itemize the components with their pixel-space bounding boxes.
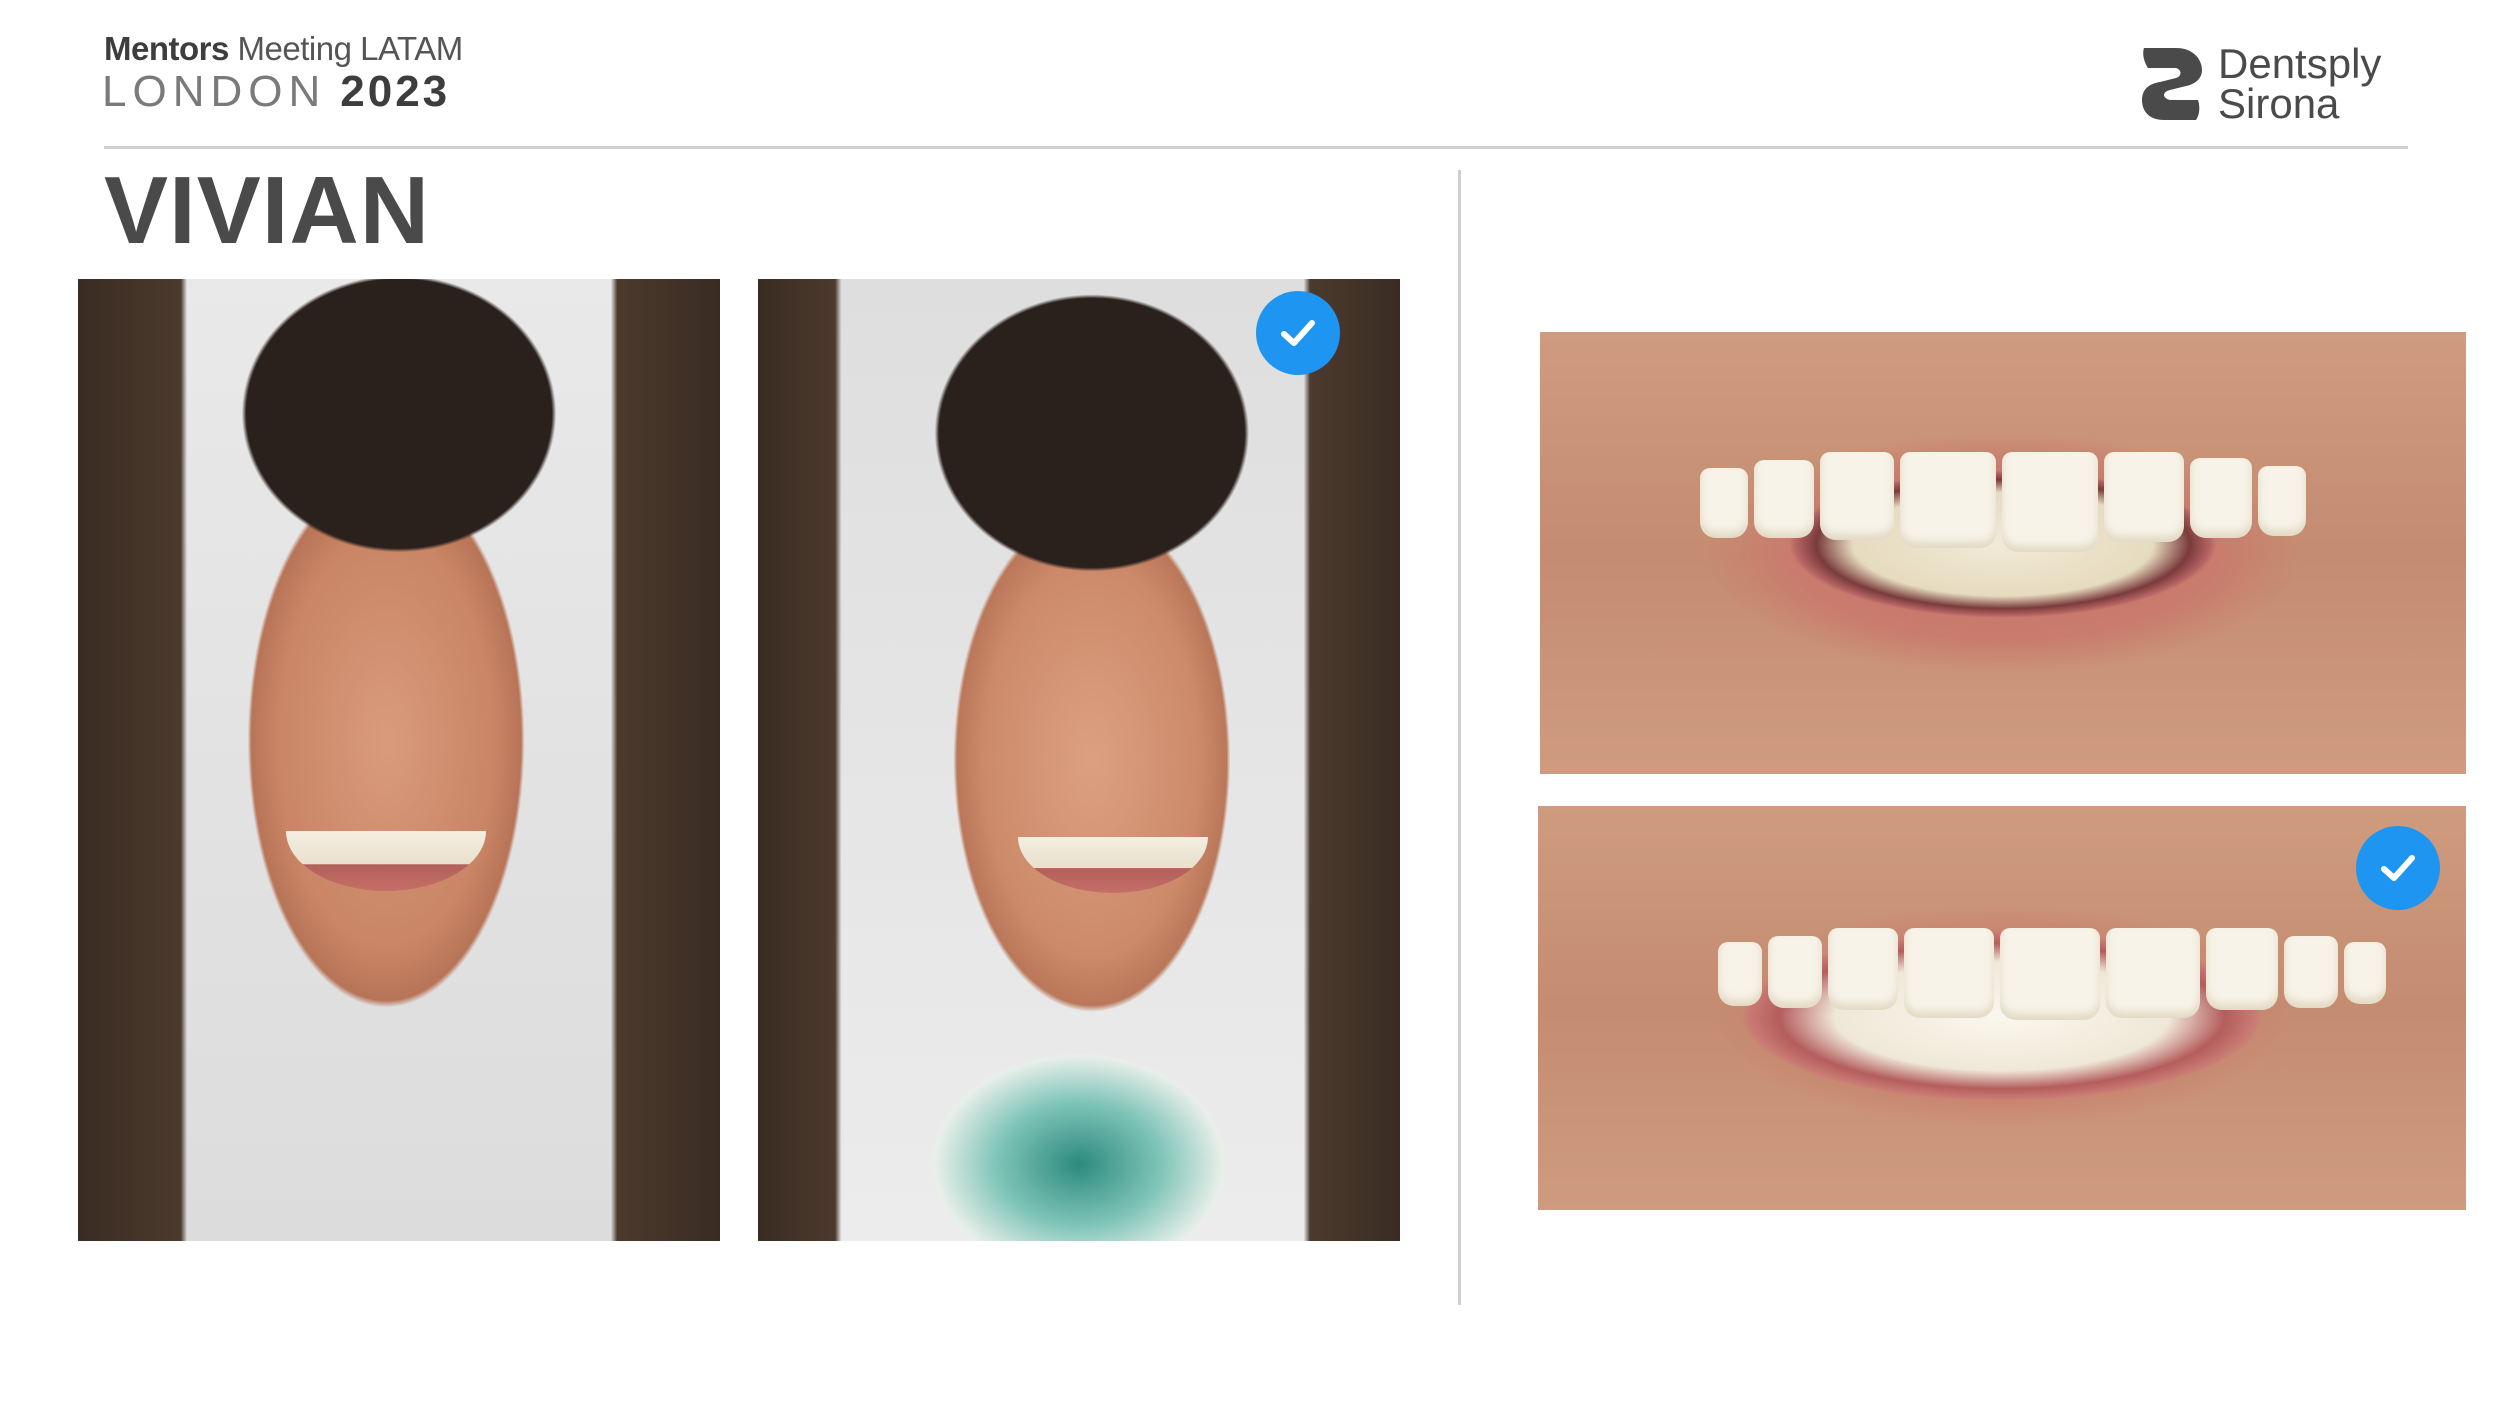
smile-teeth bbox=[1018, 837, 1208, 893]
upper-teeth bbox=[1718, 928, 2386, 1020]
dentsply-sirona-s-icon bbox=[2142, 48, 2202, 120]
approved-check-icon bbox=[1256, 291, 1340, 375]
event-title-bold: Mentors bbox=[104, 30, 229, 67]
event-year: 2023 bbox=[340, 67, 451, 116]
brand-name-line1: Dentsply bbox=[2218, 40, 2382, 87]
smile-teeth bbox=[286, 831, 486, 891]
patient-name: VIVIAN bbox=[104, 157, 431, 264]
smile-photo-after bbox=[1538, 806, 2466, 1210]
brand-name-line2: Sirona bbox=[2218, 80, 2340, 127]
upper-teeth bbox=[1700, 452, 2306, 552]
event-title: Mentors Meeting LATAM bbox=[104, 30, 463, 68]
smile-photo-before bbox=[1540, 332, 2466, 774]
face-photo-after bbox=[758, 279, 1400, 1241]
dentsply-sirona-logo: Dentsply Sirona bbox=[2140, 40, 2410, 127]
face-photo-before bbox=[78, 279, 720, 1241]
header-divider bbox=[104, 146, 2408, 149]
event-title-light: Meeting LATAM bbox=[237, 30, 464, 67]
vertical-divider bbox=[1458, 170, 1461, 1305]
brand-name: Dentsply Sirona bbox=[2218, 40, 2382, 127]
event-subtitle: LONDON 2023 bbox=[102, 70, 450, 114]
event-city: LONDON bbox=[102, 67, 327, 116]
approved-check-icon bbox=[2356, 826, 2440, 910]
